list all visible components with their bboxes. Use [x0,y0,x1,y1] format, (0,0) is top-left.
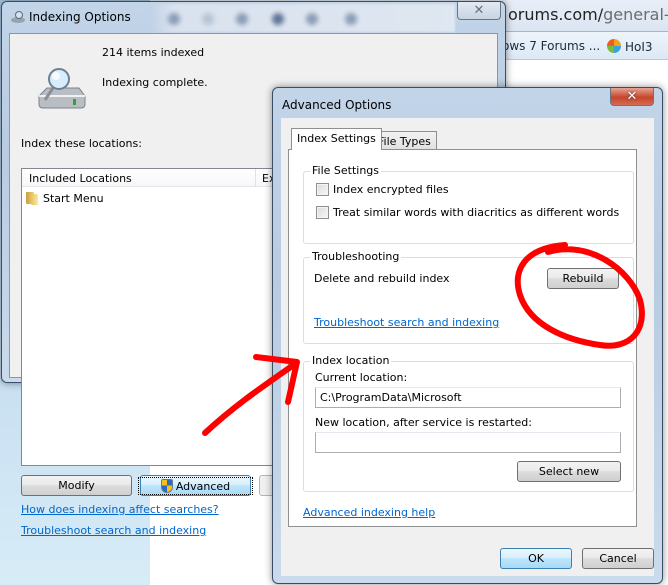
location-name: Start Menu [43,191,104,205]
advanced-label: Advanced [175,479,231,493]
favorite-label: ows 7 Forums ... [502,39,601,53]
checkbox-box[interactable] [316,206,329,219]
index-settings-page: File Settings Index encrypted files Trea… [288,149,637,527]
advanced-options-window: Advanced Options ✕ Index Settings File T… [272,87,663,584]
title-bar[interactable]: Indexing Options ✕ [2,2,505,32]
advanced-indexing-help-link[interactable]: Advanced indexing help [303,506,435,519]
cancel-button[interactable]: Cancel [582,548,654,569]
cancel-label: Cancel [599,552,637,565]
rebuild-button[interactable]: Rebuild [547,268,619,289]
tab-index-settings[interactable]: Index Settings [291,128,382,150]
list-header: Included Locations Exc [22,169,300,187]
address-path: general-discu [603,5,668,24]
current-location-field: C:\ProgramData\Microsoft [315,387,621,408]
ok-button[interactable]: OK [500,548,572,569]
advanced-button[interactable]: Advanced [137,475,254,496]
rebuild-description: Delete and rebuild index [314,272,450,285]
select-new-button[interactable]: Select new [517,461,621,482]
close-button[interactable]: ✕ [457,2,501,20]
locations-label: Index these locations: [21,137,142,150]
list-item[interactable]: Start Menu [26,191,104,205]
favorite-label: HoI3 [625,40,653,54]
title-bar[interactable]: Advanced Options ✕ [273,88,662,118]
close-icon: ✕ [473,3,485,18]
advanced-options-body: Index Settings File Types File Settings … [281,118,654,576]
troubleshoot-link[interactable]: Troubleshoot search and indexing [314,316,499,329]
close-button[interactable]: ✕ [610,88,654,106]
address-text[interactable]: orums.com/general-discu [508,5,668,24]
indexing-status: Indexing complete. [102,76,208,89]
window-title: Indexing Options [29,10,131,24]
modify-button[interactable]: Modify [21,475,132,496]
current-location-label: Current location: [315,371,408,384]
group-legend: File Settings [310,164,382,177]
new-location-field[interactable] [315,432,621,453]
favorite-item[interactable]: ows 7 Forums ... [502,39,600,53]
troubleshoot-link[interactable]: Troubleshoot search and indexing [21,524,206,537]
items-indexed-count: 214 items indexed [102,46,205,59]
search-drive-icon [38,68,86,109]
checkbox-label: Treat similar words with diacritics as d… [333,206,620,219]
indexing-options-icon [11,11,25,23]
rebuild-label: Rebuild [562,272,604,285]
file-settings-group: File Settings Index encrypted files Trea… [303,164,634,244]
checkbox-box[interactable] [316,183,329,196]
tab-label: File Types [378,135,431,148]
group-legend: Index location [310,354,392,367]
how-indexing-affects-link[interactable]: How does indexing affect searches? [21,503,219,516]
new-location-label: New location, after service is restarted… [315,416,532,429]
blurred-browser-toolbar [150,4,455,32]
folder-icon [26,191,38,205]
column-header-included-locations[interactable]: Included Locations [29,172,132,185]
colorful-swirl-icon [607,39,621,53]
close-icon: ✕ [626,89,638,104]
locations-list[interactable]: Included Locations Exc Start Menu [21,168,301,466]
troubleshooting-group: Troubleshooting Delete and rebuild index… [303,250,634,344]
select-new-label: Select new [538,465,600,478]
tab-label: Index Settings [297,132,376,145]
index-location-group: Index location Current location: C:\Prog… [303,354,634,492]
column-separator[interactable] [255,169,256,187]
index-encrypted-checkbox[interactable]: Index encrypted files [316,183,449,196]
modify-label: Modify [58,479,95,492]
address-host: orums.com/ [508,5,604,24]
uac-shield-icon [160,478,173,493]
window-title: Advanced Options [282,98,392,112]
checkbox-label: Index encrypted files [333,183,449,196]
ok-label: OK [528,552,544,565]
group-legend: Troubleshooting [310,250,402,263]
diacritics-checkbox[interactable]: Treat similar words with diacritics as d… [316,206,619,219]
favorite-item[interactable]: HoI3 [607,39,653,54]
